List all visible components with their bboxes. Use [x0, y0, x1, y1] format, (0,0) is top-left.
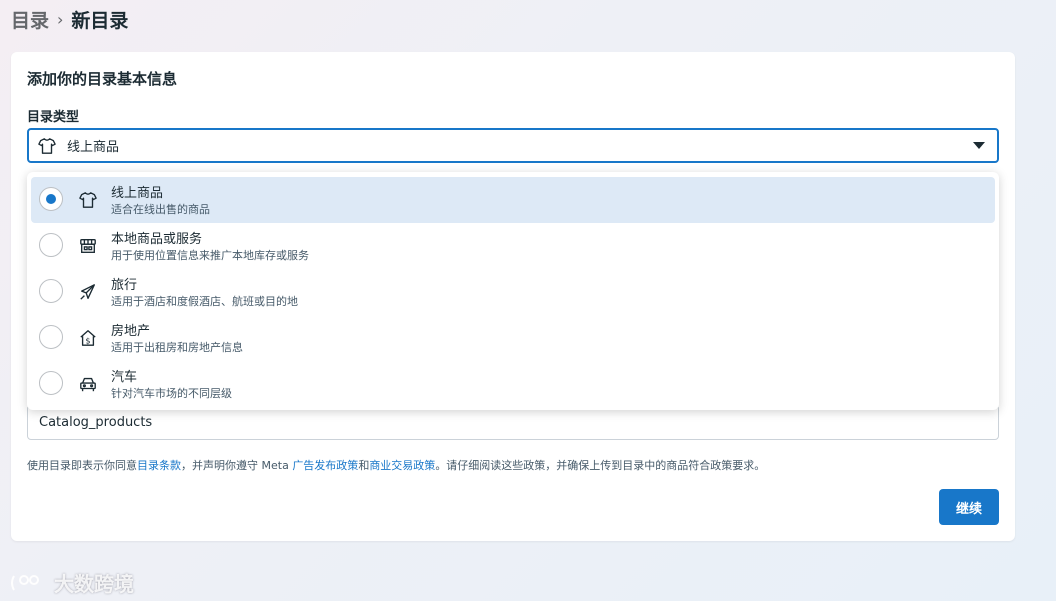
option-title: 房地产 — [111, 324, 151, 339]
option-desc: 适合在线出售的商品 — [111, 203, 210, 216]
option-desc: 适用于酒店和度假酒店、航班或目的地 — [111, 295, 298, 308]
option-title: 线上商品 — [111, 186, 164, 201]
breadcrumb: 目录 › 新目录 — [11, 6, 128, 32]
catalog-name-input[interactable]: Catalog_products — [27, 405, 999, 440]
option-title: 旅行 — [111, 278, 138, 293]
card-title: 添加你的目录基本信息 — [27, 70, 178, 88]
page-title: 新目录 — [71, 9, 129, 32]
catalog-type-select[interactable]: 线上商品 — [27, 128, 999, 163]
watermark-logo-icon — [11, 574, 39, 590]
radio-button[interactable] — [39, 279, 63, 303]
catalog-name-value: Catalog_products — [39, 415, 153, 430]
house-dollar-icon: $ — [77, 327, 99, 349]
shirt-icon — [77, 189, 99, 211]
option-real-estate[interactable]: $ 房地产 适用于出租房和房地产信息 — [31, 315, 995, 361]
catalog-type-selected-value: 线上商品 — [67, 140, 120, 155]
radio-button[interactable] — [39, 325, 63, 349]
chevron-right-icon: › — [57, 9, 64, 29]
radio-button[interactable] — [39, 187, 63, 211]
airplane-icon — [77, 281, 99, 303]
breadcrumb-parent[interactable]: 目录 — [11, 6, 49, 33]
terms-text-4: 。请仔细阅读这些政策，并确保上传到目录中的商品符合政策要求。 — [435, 459, 766, 472]
store-icon — [77, 235, 99, 257]
option-desc: 针对汽车市场的不同层级 — [111, 387, 232, 400]
svg-text:$: $ — [85, 335, 90, 345]
catalog-type-label: 目录类型 — [27, 110, 80, 125]
option-title: 汽车 — [111, 370, 138, 385]
option-travel[interactable]: 旅行 适用于酒店和度假酒店、航班或目的地 — [31, 269, 995, 315]
caret-down-icon — [973, 142, 985, 149]
radio-button[interactable] — [39, 371, 63, 395]
commerce-policy-link[interactable]: 商业交易政策 — [369, 459, 435, 472]
terms-text-2: ，并声明你遵守 Meta — [181, 459, 293, 472]
option-local-services[interactable]: 本地商品或服务 用于使用位置信息来推广本地库存或服务 — [31, 223, 995, 269]
watermark: 大数跨境 — [8, 568, 134, 597]
option-desc: 适用于出租房和房地产信息 — [111, 341, 243, 354]
terms-text-1: 使用目录即表示你同意 — [27, 459, 137, 472]
terms-text-3: 和 — [358, 459, 370, 472]
shirt-icon — [37, 136, 57, 156]
option-desc: 用于使用位置信息来推广本地库存或服务 — [111, 249, 309, 262]
catalog-type-dropdown: 线上商品 适合在线出售的商品 本地商品或服务 用于使用位置信息来推广本地库存或服… — [27, 172, 999, 410]
option-online-products[interactable]: 线上商品 适合在线出售的商品 — [31, 177, 995, 223]
watermark-text: 大数跨境 — [54, 572, 134, 596]
continue-button[interactable]: 继续 — [939, 489, 999, 525]
catalog-terms-link[interactable]: 目录条款 — [137, 459, 181, 472]
option-title: 本地商品或服务 — [111, 232, 203, 247]
car-icon — [77, 373, 99, 395]
option-automotive[interactable]: 汽车 针对汽车市场的不同层级 — [31, 361, 995, 407]
terms-notice: 使用目录即表示你同意目录条款，并声明你遵守 Meta 广告发布政策和商业交易政策… — [27, 457, 1007, 473]
radio-selected-dot — [46, 194, 56, 204]
ad-policy-link[interactable]: 广告发布政策 — [292, 459, 358, 472]
radio-button[interactable] — [39, 233, 63, 257]
